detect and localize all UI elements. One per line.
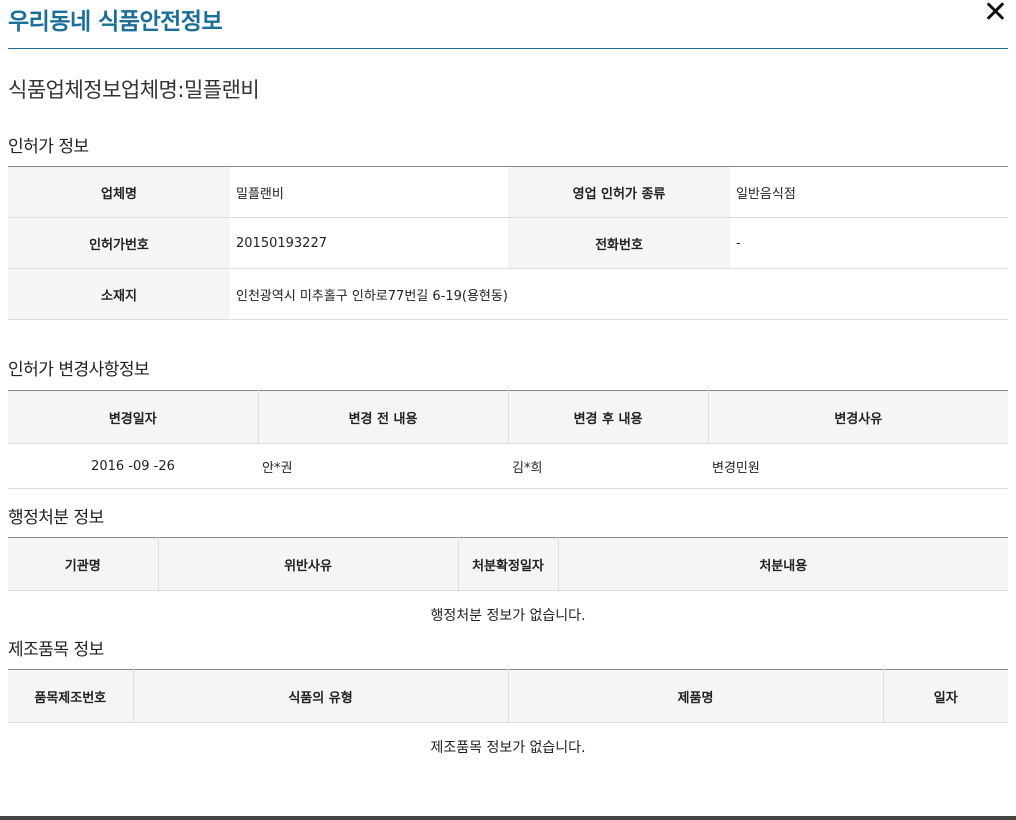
modal-title: 우리동네 식품안전정보 bbox=[8, 9, 223, 35]
table-header-row: 변경일자 변경 전 내용 변경 후 내용 변경사유 bbox=[8, 390, 1008, 444]
change-date: 2016 -09 -26 bbox=[8, 443, 258, 489]
license-info-table: 업체명 밀플랜비 영업 인허가 종류 일반음식점 인허가번호 201501932… bbox=[8, 166, 1008, 320]
table-row: 인허가번호 20150193227 전화번호 - bbox=[8, 217, 1008, 269]
admin-table: 기관명 위반사유 처분확정일자 처분내용 bbox=[8, 537, 1008, 591]
license-no-label: 인허가번호 bbox=[8, 217, 230, 269]
products-table: 품목제조번호 식품의 유형 제품명 일자 bbox=[8, 669, 1008, 723]
phone-value: - bbox=[730, 217, 1008, 269]
column-header: 식품의 유형 bbox=[133, 669, 509, 723]
column-header: 제품명 bbox=[508, 669, 884, 723]
column-header: 기관명 bbox=[8, 537, 159, 591]
modal-header: 우리동네 식품안전정보 ✕ bbox=[8, 0, 1008, 49]
company-name-label: 업체명 bbox=[8, 166, 230, 218]
table-row: 2016 -09 -26 안*권 김*희 변경민원 bbox=[8, 443, 1008, 489]
changes-table: 변경일자 변경 전 내용 변경 후 내용 변경사유 2016 -09 -26 안… bbox=[8, 390, 1008, 489]
table-row: 소재지 인천광역시 미추홀구 인하로77번길 6-19(용현동) bbox=[8, 268, 1008, 320]
column-header: 변경 전 내용 bbox=[258, 390, 509, 444]
table-header-row: 기관명 위반사유 처분확정일자 처분내용 bbox=[8, 537, 1008, 591]
business-type-value: 일반음식점 bbox=[730, 166, 1008, 218]
change-before: 안*권 bbox=[258, 443, 508, 489]
products-empty-message: 제조품목 정보가 없습니다. bbox=[430, 740, 586, 756]
change-after: 김*희 bbox=[508, 443, 708, 489]
bottom-border bbox=[0, 816, 1016, 820]
column-header: 일자 bbox=[883, 669, 1008, 723]
table-row: 업체명 밀플랜비 영업 인허가 종류 일반음식점 bbox=[8, 166, 1008, 218]
address-value: 인천광역시 미추홀구 인하로77번길 6-19(용현동) bbox=[230, 268, 1008, 320]
column-header: 변경일자 bbox=[8, 390, 259, 444]
column-header: 위반사유 bbox=[158, 537, 459, 591]
page-subtitle: 식품업체정보업체명:밀플랜비 bbox=[8, 78, 260, 102]
license-section-title: 인허가 정보 bbox=[8, 137, 89, 157]
company-name-value: 밀플랜비 bbox=[230, 166, 508, 218]
business-type-label: 영업 인허가 종류 bbox=[508, 166, 730, 218]
phone-label: 전화번호 bbox=[508, 217, 730, 269]
column-header: 변경 후 내용 bbox=[508, 390, 709, 444]
products-section-title: 제조품목 정보 bbox=[8, 640, 104, 660]
admin-empty-message: 행정처분 정보가 없습니다. bbox=[430, 608, 586, 624]
change-reason: 변경민원 bbox=[708, 443, 1008, 489]
column-header: 품목제조번호 bbox=[8, 669, 134, 723]
column-header: 처분내용 bbox=[558, 537, 1008, 591]
address-label: 소재지 bbox=[8, 268, 230, 320]
column-header: 변경사유 bbox=[708, 390, 1008, 444]
close-icon[interactable]: ✕ bbox=[983, 0, 1008, 28]
table-header-row: 품목제조번호 식품의 유형 제품명 일자 bbox=[8, 669, 1008, 723]
changes-section-title: 인허가 변경사항정보 bbox=[8, 360, 150, 380]
license-no-value: 20150193227 bbox=[230, 217, 508, 269]
column-header: 처분확정일자 bbox=[458, 537, 559, 591]
admin-section-title: 행정처분 정보 bbox=[8, 508, 104, 528]
